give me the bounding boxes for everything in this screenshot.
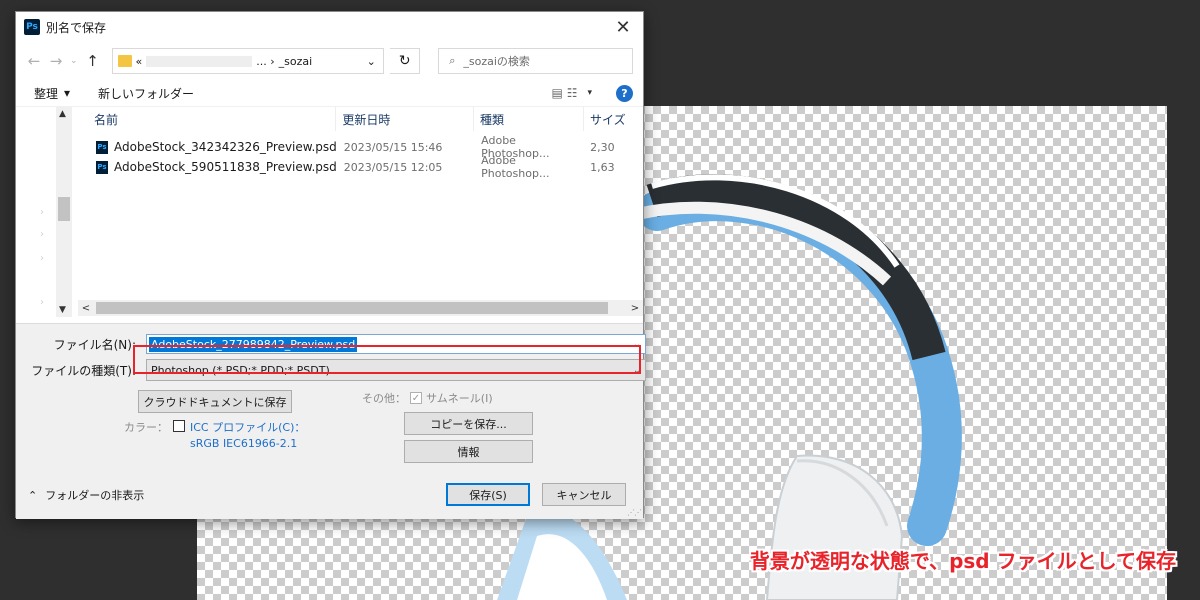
search-placeholder: _sozaiの検索 xyxy=(463,55,530,68)
search-icon: ⌕ xyxy=(449,54,456,67)
horizontal-scrollbar[interactable]: < > xyxy=(78,300,643,316)
view-dropdown-icon[interactable]: ▾ xyxy=(587,88,592,98)
dialog-title: 別名で保存 xyxy=(46,20,107,35)
address-overflow[interactable]: « xyxy=(136,55,143,68)
help-icon[interactable]: ? xyxy=(616,84,633,102)
file-row[interactable]: Ps AdobeStock_590511838_Preview.psd 2023… xyxy=(78,154,643,180)
scroll-right-icon[interactable]: > xyxy=(627,303,643,314)
address-blurred-path xyxy=(146,55,253,67)
file-rows: Ps AdobeStock_342342326_Preview.psd 2023… xyxy=(78,134,643,180)
save-copy-button[interactable]: コピーを保存... xyxy=(404,412,533,435)
navigation-pane-scrollbar[interactable]: ▲ ▼ xyxy=(56,107,72,317)
scroll-down-icon[interactable]: ▼ xyxy=(59,305,66,315)
column-header-type[interactable]: 種類 xyxy=(474,107,584,131)
column-header-date[interactable]: 更新日時 xyxy=(336,107,474,131)
file-size: 1,63 xyxy=(590,160,615,174)
file-name-cell: Ps AdobeStock_590511838_Preview.psd xyxy=(78,160,337,174)
expand-icon[interactable]: › xyxy=(40,229,44,240)
icc-profile-label[interactable]: ICC プロファイル(C)： xyxy=(190,419,305,435)
filetype-highlight-box xyxy=(133,345,641,374)
filename-label: ファイル名(N): xyxy=(53,337,136,352)
view-options-icon[interactable]: ▤ ☷ xyxy=(552,86,578,100)
resize-grip-icon[interactable]: ⋰⋰ xyxy=(627,508,642,517)
save-as-dialog: Ps 別名で保存 ✕ ← → ⌄ ↑ « ... › _sozai ⌄ ↻ ⌕ … xyxy=(15,11,646,519)
folder-icon xyxy=(117,55,132,67)
psd-file-icon: Ps xyxy=(96,160,108,174)
color-row: カラー： ICC プロファイル(C)： sRGB IEC61966-2.1 xyxy=(124,419,305,450)
expand-icon[interactable]: › xyxy=(40,207,44,218)
column-header-size[interactable]: サイズ xyxy=(584,107,643,131)
refresh-icon[interactable]: ↻ xyxy=(390,48,421,74)
scroll-up-icon[interactable]: ▲ xyxy=(59,109,66,119)
icc-profile-checkbox[interactable] xyxy=(173,420,185,432)
save-copy-row: コピーを保存... xyxy=(404,412,533,435)
address-dropdown-icon[interactable]: ⌄ xyxy=(359,55,383,68)
file-browser: › › › › ▲ ▼ ^ 名前 更新日時 種類 サイズ Ps AdobeSto… xyxy=(16,106,643,317)
column-headers: ^ 名前 更新日時 種類 サイズ xyxy=(78,107,643,131)
address-current-folder[interactable]: _sozai xyxy=(279,55,313,68)
hide-folders-toggle[interactable]: ⌃ フォルダーの非表示 xyxy=(28,487,144,503)
up-arrow-icon[interactable]: ↑ xyxy=(84,52,102,70)
file-name-cell: Ps AdobeStock_342342326_Preview.psd xyxy=(78,140,337,154)
new-folder-button[interactable]: 新しいフォルダー xyxy=(98,85,194,102)
title-bar: Ps 別名で保存 ✕ xyxy=(16,12,643,42)
scrollbar-thumb[interactable] xyxy=(96,302,608,314)
psd-file-icon: Ps xyxy=(96,140,108,154)
color-label: カラー： xyxy=(124,421,168,434)
sort-indicator-icon: ^ xyxy=(210,107,218,114)
other-label: その他： xyxy=(362,392,406,405)
cloud-save-row: クラウドドキュメントに保存 xyxy=(138,390,292,413)
icc-profile-value: sRGB IEC61966-2.1 xyxy=(190,437,298,450)
hide-folders-label: フォルダーの非表示 xyxy=(45,489,145,502)
column-header-name[interactable]: 名前 xyxy=(78,107,337,131)
info-button[interactable]: 情報 xyxy=(404,440,533,463)
scrollbar-thumb[interactable] xyxy=(58,197,70,221)
address-separator: ... › xyxy=(256,54,275,68)
file-date: 2023/05/15 12:05 xyxy=(343,160,443,174)
annotation-caption: 背景が透明な状態で、psd ファイルとして保存 xyxy=(749,549,1176,573)
forward-arrow-icon[interactable]: → xyxy=(48,52,64,70)
expand-icon[interactable]: › xyxy=(40,253,44,264)
icc-profile-group: ICC プロファイル(C)： sRGB IEC61966-2.1 xyxy=(190,419,305,450)
file-size: 2,30 xyxy=(590,140,615,154)
cancel-button[interactable]: キャンセル xyxy=(542,483,626,506)
save-row: 保存(S) xyxy=(446,483,530,506)
organize-button[interactable]: 整理 ▾ xyxy=(34,85,70,102)
thumbnail-label: サムネール(I) xyxy=(426,392,493,405)
scroll-left-icon[interactable]: < xyxy=(78,303,94,314)
cloud-save-button[interactable]: クラウドドキュメントに保存 xyxy=(138,390,292,413)
organize-label: 整理 xyxy=(34,86,59,101)
photoshop-app-icon: Ps xyxy=(24,19,40,35)
recent-locations-icon[interactable]: ⌄ xyxy=(70,56,78,66)
file-name: AdobeStock_590511838_Preview.psd xyxy=(114,160,337,174)
file-type: Adobe Photoshop... xyxy=(481,154,550,180)
file-date: 2023/05/15 15:46 xyxy=(343,140,443,154)
organize-dropdown-icon: ▾ xyxy=(64,86,71,100)
toolbar: 整理 ▾ 新しいフォルダー ▤ ☷ ▾ ? xyxy=(16,80,643,106)
cancel-row: キャンセル xyxy=(542,483,626,506)
address-bar[interactable]: « ... › _sozai ⌄ xyxy=(111,48,385,74)
save-button[interactable]: 保存(S) xyxy=(446,483,530,506)
expand-icon[interactable]: › xyxy=(40,297,44,308)
file-list: ^ 名前 更新日時 種類 サイズ Ps AdobeStock_342342326… xyxy=(78,107,643,301)
navigation-bar: ← → ⌄ ↑ « ... › _sozai ⌄ ↻ ⌕ _sozaiの検索 xyxy=(16,42,643,80)
back-arrow-icon[interactable]: ← xyxy=(26,52,42,70)
file-name: AdobeStock_342342326_Preview.psd xyxy=(114,140,337,154)
close-button[interactable]: ✕ xyxy=(603,12,643,42)
thumbnail-checkbox[interactable]: ✓ xyxy=(410,392,422,404)
navigation-pane[interactable]: › › › › ▲ ▼ xyxy=(16,107,72,317)
chevron-up-icon: ⌃ xyxy=(28,488,38,502)
search-input[interactable]: ⌕ _sozaiの検索 xyxy=(438,48,634,74)
info-row: 情報 xyxy=(404,440,533,463)
other-options-row: その他： ✓ サムネール(I) xyxy=(362,390,493,406)
filetype-label: ファイルの種類(T): xyxy=(31,363,136,378)
